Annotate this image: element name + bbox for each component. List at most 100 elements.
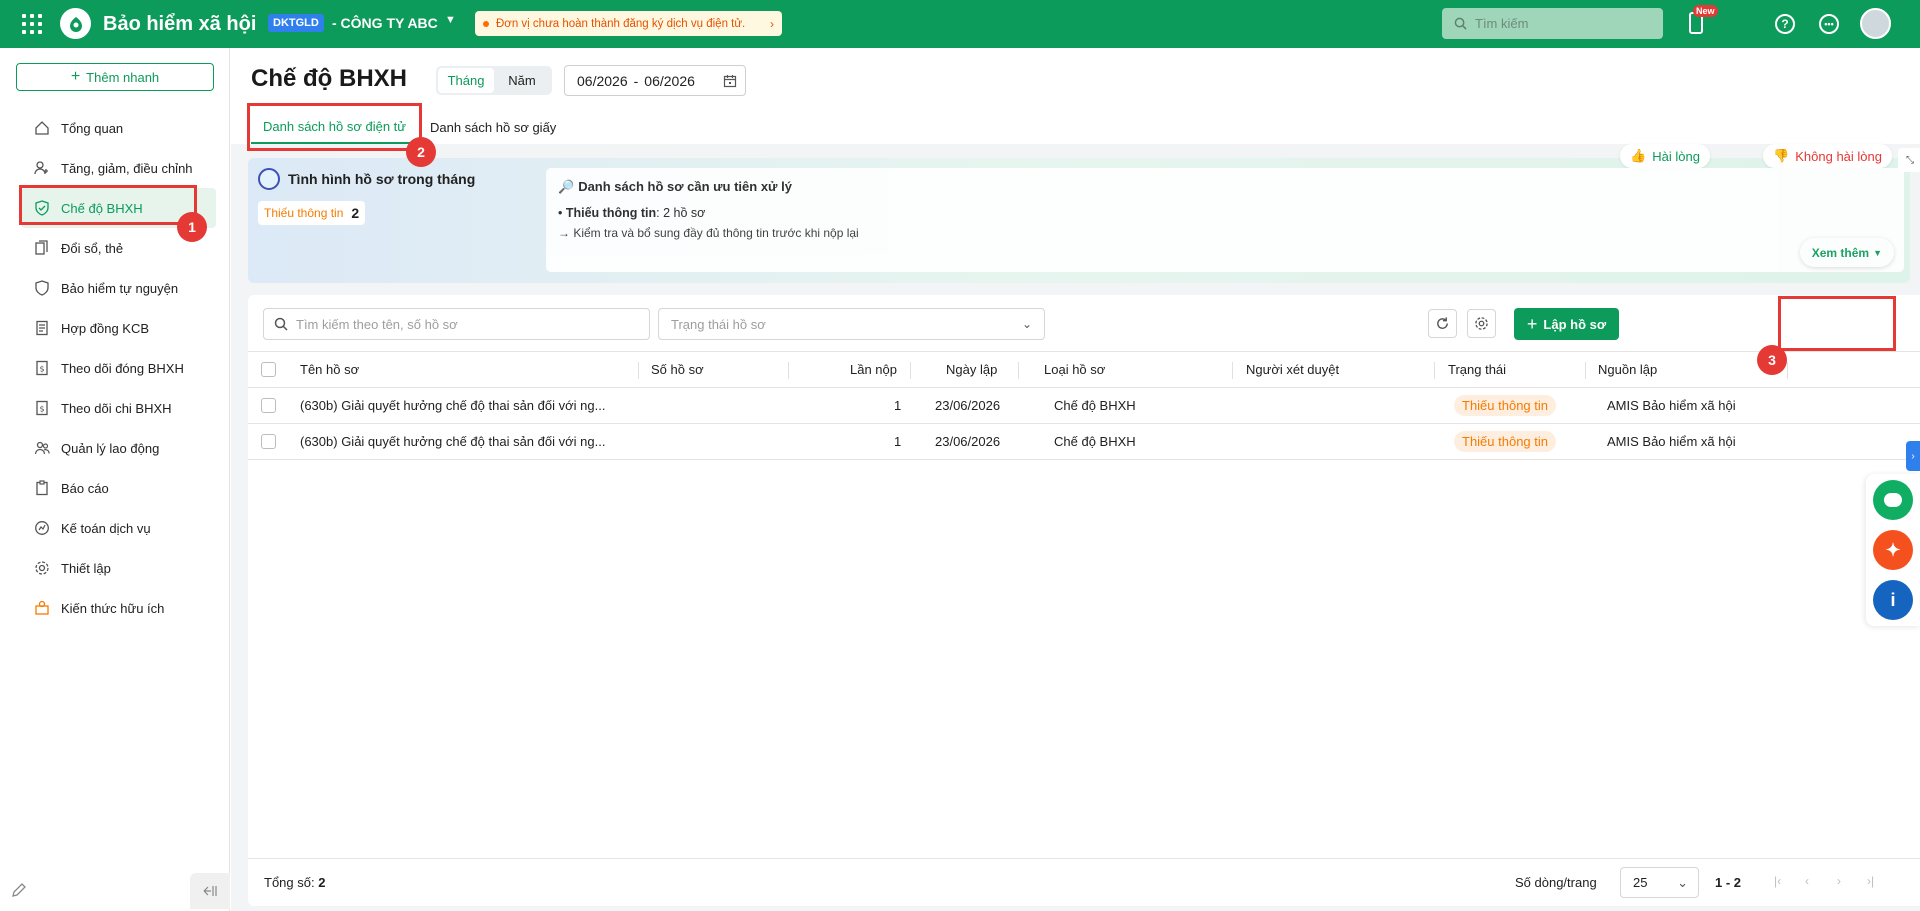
select-all-checkbox[interactable] — [261, 362, 276, 377]
floating-actions: ✦ i — [1866, 474, 1920, 626]
status-filter-select[interactable]: ⌄ — [658, 308, 1045, 340]
feedback-unsatisfied-button[interactable]: 👎 Không hài lòng — [1763, 144, 1892, 168]
col-date[interactable]: Ngày lập — [946, 362, 997, 377]
calendar-icon — [723, 75, 737, 88]
sidebar-item-settings[interactable]: Thiết lập — [0, 548, 230, 588]
info-icon[interactable]: i — [1873, 580, 1913, 620]
refresh-icon — [1437, 317, 1448, 329]
tab-paper-records[interactable]: Danh sách hồ sơ giấy — [418, 110, 568, 144]
column-divider — [788, 362, 789, 379]
more-icon[interactable]: ••• — [1819, 14, 1839, 34]
col-number[interactable]: Số hồ sơ — [651, 362, 704, 377]
feedback-satisfied-button[interactable]: 👍 Hài lòng — [1620, 144, 1710, 168]
annotation-box-tab — [247, 103, 422, 151]
chevron-down-icon[interactable]: ▼ — [445, 14, 456, 26]
col-status[interactable]: Trạng thái — [1448, 362, 1506, 377]
edit-icon[interactable] — [10, 881, 28, 902]
clipboard-icon — [33, 479, 51, 497]
users-icon — [33, 439, 51, 457]
shield-icon — [33, 279, 51, 297]
see-more-button[interactable]: Xem thêm ▼ — [1799, 238, 1894, 267]
status-filter-input[interactable] — [671, 316, 1001, 332]
date-range-picker[interactable]: 06/2026 - 06/2026 — [564, 65, 746, 96]
first-page-icon[interactable]: |‹ — [1774, 874, 1781, 888]
sidebar-item-kcb-contract[interactable]: Hợp đồng KCB — [0, 308, 230, 348]
records-search-input[interactable] — [296, 316, 626, 332]
status-badge: Thiếu thông tin — [1454, 431, 1557, 452]
quick-add-button[interactable]: + Thêm nhanh — [16, 63, 214, 91]
org-code-badge[interactable]: DKTGLD — [268, 14, 324, 32]
sidebar-item-label: Bảo hiểm tự nguyện — [61, 280, 179, 296]
col-type[interactable]: Loại hồ sơ — [1044, 362, 1105, 377]
row-checkbox[interactable] — [261, 398, 276, 413]
sidebar-item-knowledge[interactable]: Kiến thức hữu ích — [0, 588, 230, 628]
column-divider — [910, 362, 911, 379]
sidebar-item-labor[interactable]: Quản lý lao động — [0, 428, 230, 468]
app-title: Bảo hiểm xã hội — [103, 13, 257, 35]
ai-sparkle-icon[interactable]: ✦ — [1873, 530, 1913, 570]
col-name[interactable]: Tên hồ sơ — [300, 362, 359, 377]
rows-per-page-select[interactable]: 25 ⌄ — [1620, 867, 1699, 898]
quick-add-label: Thêm nhanh — [86, 69, 160, 85]
svg-text:$: $ — [40, 405, 45, 414]
chevron-right-icon: › — [770, 16, 774, 31]
cell-name[interactable]: (630b) Giải quyết hưởng chế độ thai sản … — [300, 398, 605, 413]
collapse-sidebar-icon[interactable] — [190, 873, 230, 909]
plus-icon: + — [70, 68, 81, 85]
knowledge-icon — [33, 599, 51, 617]
sidebar: + Thêm nhanh Tổng quan Tăng, giảm, điều c… — [0, 48, 230, 911]
settings-button[interactable] — [1467, 309, 1496, 338]
page-title: Chế độ BHXH — [251, 65, 407, 92]
thumbs-down-icon: 👎 — [1773, 148, 1790, 163]
sidebar-item-reports[interactable]: Báo cáo — [0, 468, 230, 508]
period-year[interactable]: Năm — [494, 68, 550, 93]
sidebar-item-voluntary[interactable]: Bảo hiểm tự nguyện — [0, 268, 230, 308]
rows-per-page-label: Số dòng/trang — [1515, 875, 1597, 890]
table-row[interactable]: (630b) Giải quyết hưởng chế độ thai sản … — [248, 424, 1920, 460]
feedback-yes-label: Hài lòng — [1652, 148, 1700, 164]
sidebar-item-label: Theo dõi chi BHXH — [61, 400, 172, 416]
sidebar-item-track-spending[interactable]: $ Theo dõi chi BHXH — [0, 388, 230, 428]
avatar[interactable] — [1860, 8, 1891, 39]
records-search[interactable] — [263, 308, 650, 340]
period-month[interactable]: Tháng — [438, 68, 494, 93]
table-row[interactable]: (630b) Giải quyết hưởng chế độ thai sản … — [248, 388, 1920, 424]
sidebar-item-label: Theo dõi đóng BHXH — [61, 360, 184, 376]
col-reviewer[interactable]: Người xét duyệt — [1246, 362, 1339, 377]
app-logo-icon — [60, 8, 91, 39]
missing-info-chip[interactable]: Thiếu thông tin 2 — [258, 201, 366, 225]
monthly-summary-card: 👍 Hài lòng 👎 Không hài lòng ⤡ Tình hình hồ… — [248, 144, 1920, 283]
sidebar-item-label: Tổng quan — [61, 120, 124, 136]
help-icon[interactable]: ? — [1775, 14, 1795, 34]
new-badge: New — [1693, 5, 1718, 17]
cell-name[interactable]: (630b) Giải quyết hưởng chế độ thai sản … — [300, 434, 605, 449]
global-search-input[interactable] — [1475, 16, 1645, 31]
priority-list-card: 🔎 Danh sách hồ sơ cần ưu tiên xử lý • Thi… — [546, 168, 1904, 272]
org-name[interactable]: - CÔNG TY ABC — [332, 15, 438, 31]
expand-side-panel-icon[interactable]: › — [1906, 441, 1920, 471]
table-header: Tên hồ sơ Số hồ sơ Lần nộp Ngày lập Loại… — [248, 351, 1920, 388]
col-source[interactable]: Nguồn lập — [1598, 362, 1657, 377]
annotation-box-sidebar — [19, 185, 197, 225]
create-record-button[interactable]: + Lập hồ sơ — [1514, 308, 1619, 340]
refresh-button[interactable] — [1428, 309, 1457, 338]
chat-bot-icon[interactable] — [1873, 480, 1913, 520]
column-divider — [638, 362, 639, 379]
sidebar-item-overview[interactable]: Tổng quan — [0, 108, 230, 148]
last-page-icon[interactable]: ›| — [1867, 874, 1874, 888]
global-search[interactable] — [1442, 8, 1663, 39]
prev-page-icon[interactable]: ‹ — [1805, 874, 1809, 888]
app-grid-icon[interactable] — [22, 14, 42, 34]
contract-icon — [33, 319, 51, 337]
column-divider — [1232, 362, 1233, 379]
svg-text:$: $ — [40, 365, 45, 374]
feedback-no-label: Không hài lòng — [1795, 148, 1882, 164]
registration-notice[interactable]: Đơn vị chưa hoàn thành đăng ký dịch vụ đ… — [475, 11, 782, 36]
next-page-icon[interactable]: › — [1837, 874, 1841, 888]
col-submissions[interactable]: Lần nộp — [850, 362, 897, 377]
gear-icon — [33, 559, 51, 577]
sidebar-item-track-payment[interactable]: $ Theo dõi đóng BHXH — [0, 348, 230, 388]
row-checkbox[interactable] — [261, 434, 276, 449]
sidebar-item-adjustments[interactable]: Tăng, giảm, điều chỉnh — [0, 148, 230, 188]
sidebar-item-accounting[interactable]: Kế toán dịch vụ — [0, 508, 230, 548]
